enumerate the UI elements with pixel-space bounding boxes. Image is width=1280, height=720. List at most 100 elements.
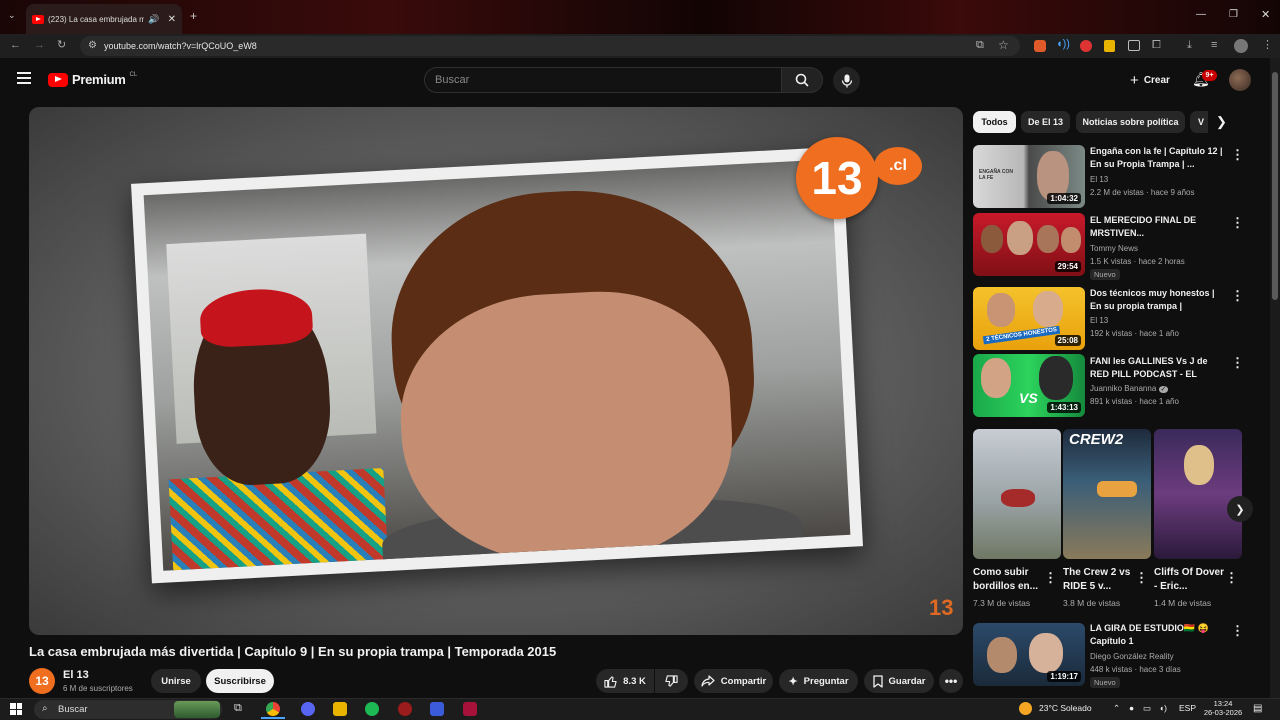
user-avatar[interactable] bbox=[1229, 69, 1251, 91]
downloads-icon[interactable]: ⤓ bbox=[1187, 38, 1192, 52]
short-title[interactable]: Como subir bordillos en... bbox=[973, 566, 1043, 594]
tray-mic-icon[interactable]: ● bbox=[1129, 703, 1134, 713]
short-title[interactable]: Cliffs Of Dover - Eric... bbox=[1154, 566, 1224, 594]
app-taskbar-icon[interactable] bbox=[398, 702, 412, 716]
video-menu-icon[interactable]: ⋮ bbox=[1231, 148, 1244, 161]
browser-tab[interactable]: (223) La casa embrujada m 🔊 ✕ bbox=[26, 4, 182, 34]
video-thumbnail[interactable]: 2 TÉCNICOS HONESTOS 25:08 bbox=[973, 287, 1085, 350]
video-title[interactable]: LA GIRA DE ESTUDIO🇧🇴 😝 Capítulo 1 bbox=[1090, 622, 1224, 648]
subscribe-button[interactable]: Suscribirse bbox=[206, 669, 274, 693]
like-button[interactable]: 8.3 K bbox=[596, 669, 654, 693]
close-window-icon[interactable]: ✕ bbox=[1261, 8, 1270, 21]
close-tab-icon[interactable]: ✕ bbox=[168, 14, 176, 25]
tab-list-icon[interactable]: ⌄ bbox=[8, 10, 16, 21]
bookmark-star-icon[interactable]: ☆ bbox=[998, 38, 1009, 52]
restore-icon[interactable]: ❐ bbox=[1229, 9, 1238, 20]
video-title[interactable]: Engaña con la fe | Capítulo 12 | En su P… bbox=[1090, 145, 1224, 171]
profile-avatar[interactable] bbox=[1234, 39, 1248, 53]
language-indicator[interactable]: ESP bbox=[1179, 703, 1196, 713]
short-thumbnail[interactable] bbox=[973, 429, 1061, 559]
ask-button[interactable]: ✦ Preguntar bbox=[779, 669, 858, 693]
video-menu-icon[interactable]: ⋮ bbox=[1231, 356, 1244, 369]
video-thumbnail[interactable]: 29:54 bbox=[973, 213, 1085, 276]
site-info-icon[interactable]: ⚙ bbox=[88, 40, 97, 51]
chrome-menu-icon[interactable]: ⋮ bbox=[1262, 38, 1273, 52]
chip-todos[interactable]: Todos bbox=[973, 111, 1016, 133]
create-button[interactable]: + Crear bbox=[1124, 68, 1176, 92]
voice-search-button[interactable] bbox=[833, 67, 860, 94]
chip-noticias-politica[interactable]: Noticias sobre política bbox=[1076, 111, 1185, 133]
thumbnail-face bbox=[1033, 291, 1063, 327]
video-title[interactable]: Dos técnicos muy honestos | En su propia… bbox=[1090, 287, 1224, 313]
extension-1-icon[interactable] bbox=[1034, 40, 1046, 52]
file-explorer-taskbar-icon[interactable] bbox=[333, 702, 347, 716]
notification-center-icon[interactable]: ▤ bbox=[1253, 703, 1262, 714]
video-channel[interactable]: Tommy News bbox=[1090, 242, 1230, 255]
extensions-puzzle-icon[interactable]: ⧠ bbox=[1152, 38, 1161, 52]
short-menu-icon[interactable]: ⋮ bbox=[1044, 571, 1057, 584]
short-menu-icon[interactable]: ⋮ bbox=[1135, 571, 1148, 584]
save-button[interactable]: Guardar bbox=[864, 669, 934, 693]
extension-5-icon[interactable] bbox=[1128, 40, 1140, 51]
chrome-taskbar-icon[interactable] bbox=[266, 702, 280, 716]
install-app-icon[interactable]: ⧉ bbox=[976, 39, 984, 52]
video-channel[interactable]: Diego González Reality bbox=[1090, 650, 1230, 663]
back-icon[interactable]: ← bbox=[10, 38, 21, 52]
app-taskbar-icon[interactable] bbox=[430, 702, 444, 716]
media-control-icon[interactable]: ≡ bbox=[1211, 38, 1217, 52]
shorts-next-chevron-icon[interactable]: ❯ bbox=[1227, 496, 1253, 522]
search-button[interactable] bbox=[781, 67, 823, 93]
clock[interactable]: 13:24 26-03-2026 bbox=[1203, 699, 1243, 717]
video-player[interactable]: 13 .cl 13 bbox=[29, 107, 963, 635]
chip-partial[interactable]: V bbox=[1190, 111, 1208, 133]
video-menu-icon[interactable]: ⋮ bbox=[1231, 289, 1244, 302]
video-menu-icon[interactable]: ⋮ bbox=[1231, 216, 1244, 229]
short-menu-icon[interactable]: ⋮ bbox=[1225, 571, 1238, 584]
tray-volume-icon[interactable]: ◖) bbox=[1159, 703, 1167, 713]
video-menu-icon[interactable]: ⋮ bbox=[1231, 624, 1244, 637]
dislike-button[interactable] bbox=[655, 669, 688, 693]
tray-network-icon[interactable]: ▭ bbox=[1143, 703, 1151, 714]
search-input[interactable]: Buscar bbox=[424, 67, 782, 93]
channel-avatar[interactable]: 13 bbox=[29, 668, 55, 694]
short-thumbnail[interactable]: CREW2 bbox=[1063, 429, 1151, 559]
tray-overflow-icon[interactable]: ⌃ bbox=[1113, 703, 1120, 714]
video-thumbnail[interactable]: ENGAÑA CON LA FE 1:04:32 bbox=[973, 145, 1085, 208]
menu-hamburger-icon[interactable] bbox=[17, 72, 31, 84]
join-button[interactable]: Unirse bbox=[151, 669, 201, 693]
short-title[interactable]: The Crew 2 vs RIDE 5 v... bbox=[1063, 566, 1133, 594]
channel-name[interactable]: El 13 bbox=[63, 669, 89, 681]
thumbnail-motorbike bbox=[1001, 489, 1035, 507]
taskbar-search[interactable]: ⌕ Buscar bbox=[34, 700, 222, 719]
scrollbar-thumb[interactable] bbox=[1272, 72, 1278, 300]
youtube-premium-logo[interactable]: Premium CL bbox=[48, 72, 137, 87]
extension-2-icon[interactable]: ◖)) bbox=[1056, 38, 1070, 50]
weather-text[interactable]: 23°C Soleado bbox=[1039, 703, 1092, 713]
reload-icon[interactable]: ↻ bbox=[57, 38, 66, 52]
video-thumbnail[interactable]: 1:19:17 bbox=[973, 623, 1085, 686]
minimize-icon[interactable]: — bbox=[1196, 9, 1206, 20]
video-channel[interactable]: El 13 bbox=[1090, 314, 1230, 327]
audio-icon[interactable]: 🔊 bbox=[148, 14, 159, 25]
video-thumbnail[interactable]: VS 1:43:13 bbox=[973, 354, 1085, 417]
chips-next-chevron-icon[interactable]: ❯ bbox=[1216, 114, 1227, 130]
spotify-taskbar-icon[interactable] bbox=[365, 702, 379, 716]
new-tab-icon[interactable]: + bbox=[190, 9, 197, 23]
app-taskbar-icon[interactable] bbox=[463, 702, 477, 716]
extension-4-icon[interactable] bbox=[1104, 40, 1115, 52]
chip-de-el-13[interactable]: De El 13 bbox=[1021, 111, 1070, 133]
more-actions-button[interactable]: ••• bbox=[939, 669, 963, 693]
extension-3-icon[interactable] bbox=[1080, 40, 1092, 52]
windows-start-icon[interactable] bbox=[10, 703, 22, 715]
forward-icon[interactable]: → bbox=[34, 38, 45, 52]
share-button[interactable]: Compartir bbox=[694, 669, 773, 693]
video-title[interactable]: EL MERECIDO FINAL DE MRSTIVEN... bbox=[1090, 214, 1224, 240]
discord-taskbar-icon[interactable] bbox=[301, 702, 315, 716]
address-bar[interactable]: ⚙ youtube.com/watch?v=lrQCoUO_eW8 ⧉ ☆ bbox=[80, 36, 1020, 56]
short-thumbnail[interactable] bbox=[1154, 429, 1242, 559]
video-channel[interactable]: El 13 bbox=[1090, 173, 1230, 186]
task-view-icon[interactable]: ⧉ bbox=[234, 702, 242, 715]
video-channel[interactable]: Juanniko Bananna ✓ bbox=[1090, 382, 1230, 396]
sun-weather-icon[interactable] bbox=[1019, 702, 1032, 715]
video-title[interactable]: FANI les GALLINES Vs J de RED PILL PODCA… bbox=[1090, 355, 1224, 381]
